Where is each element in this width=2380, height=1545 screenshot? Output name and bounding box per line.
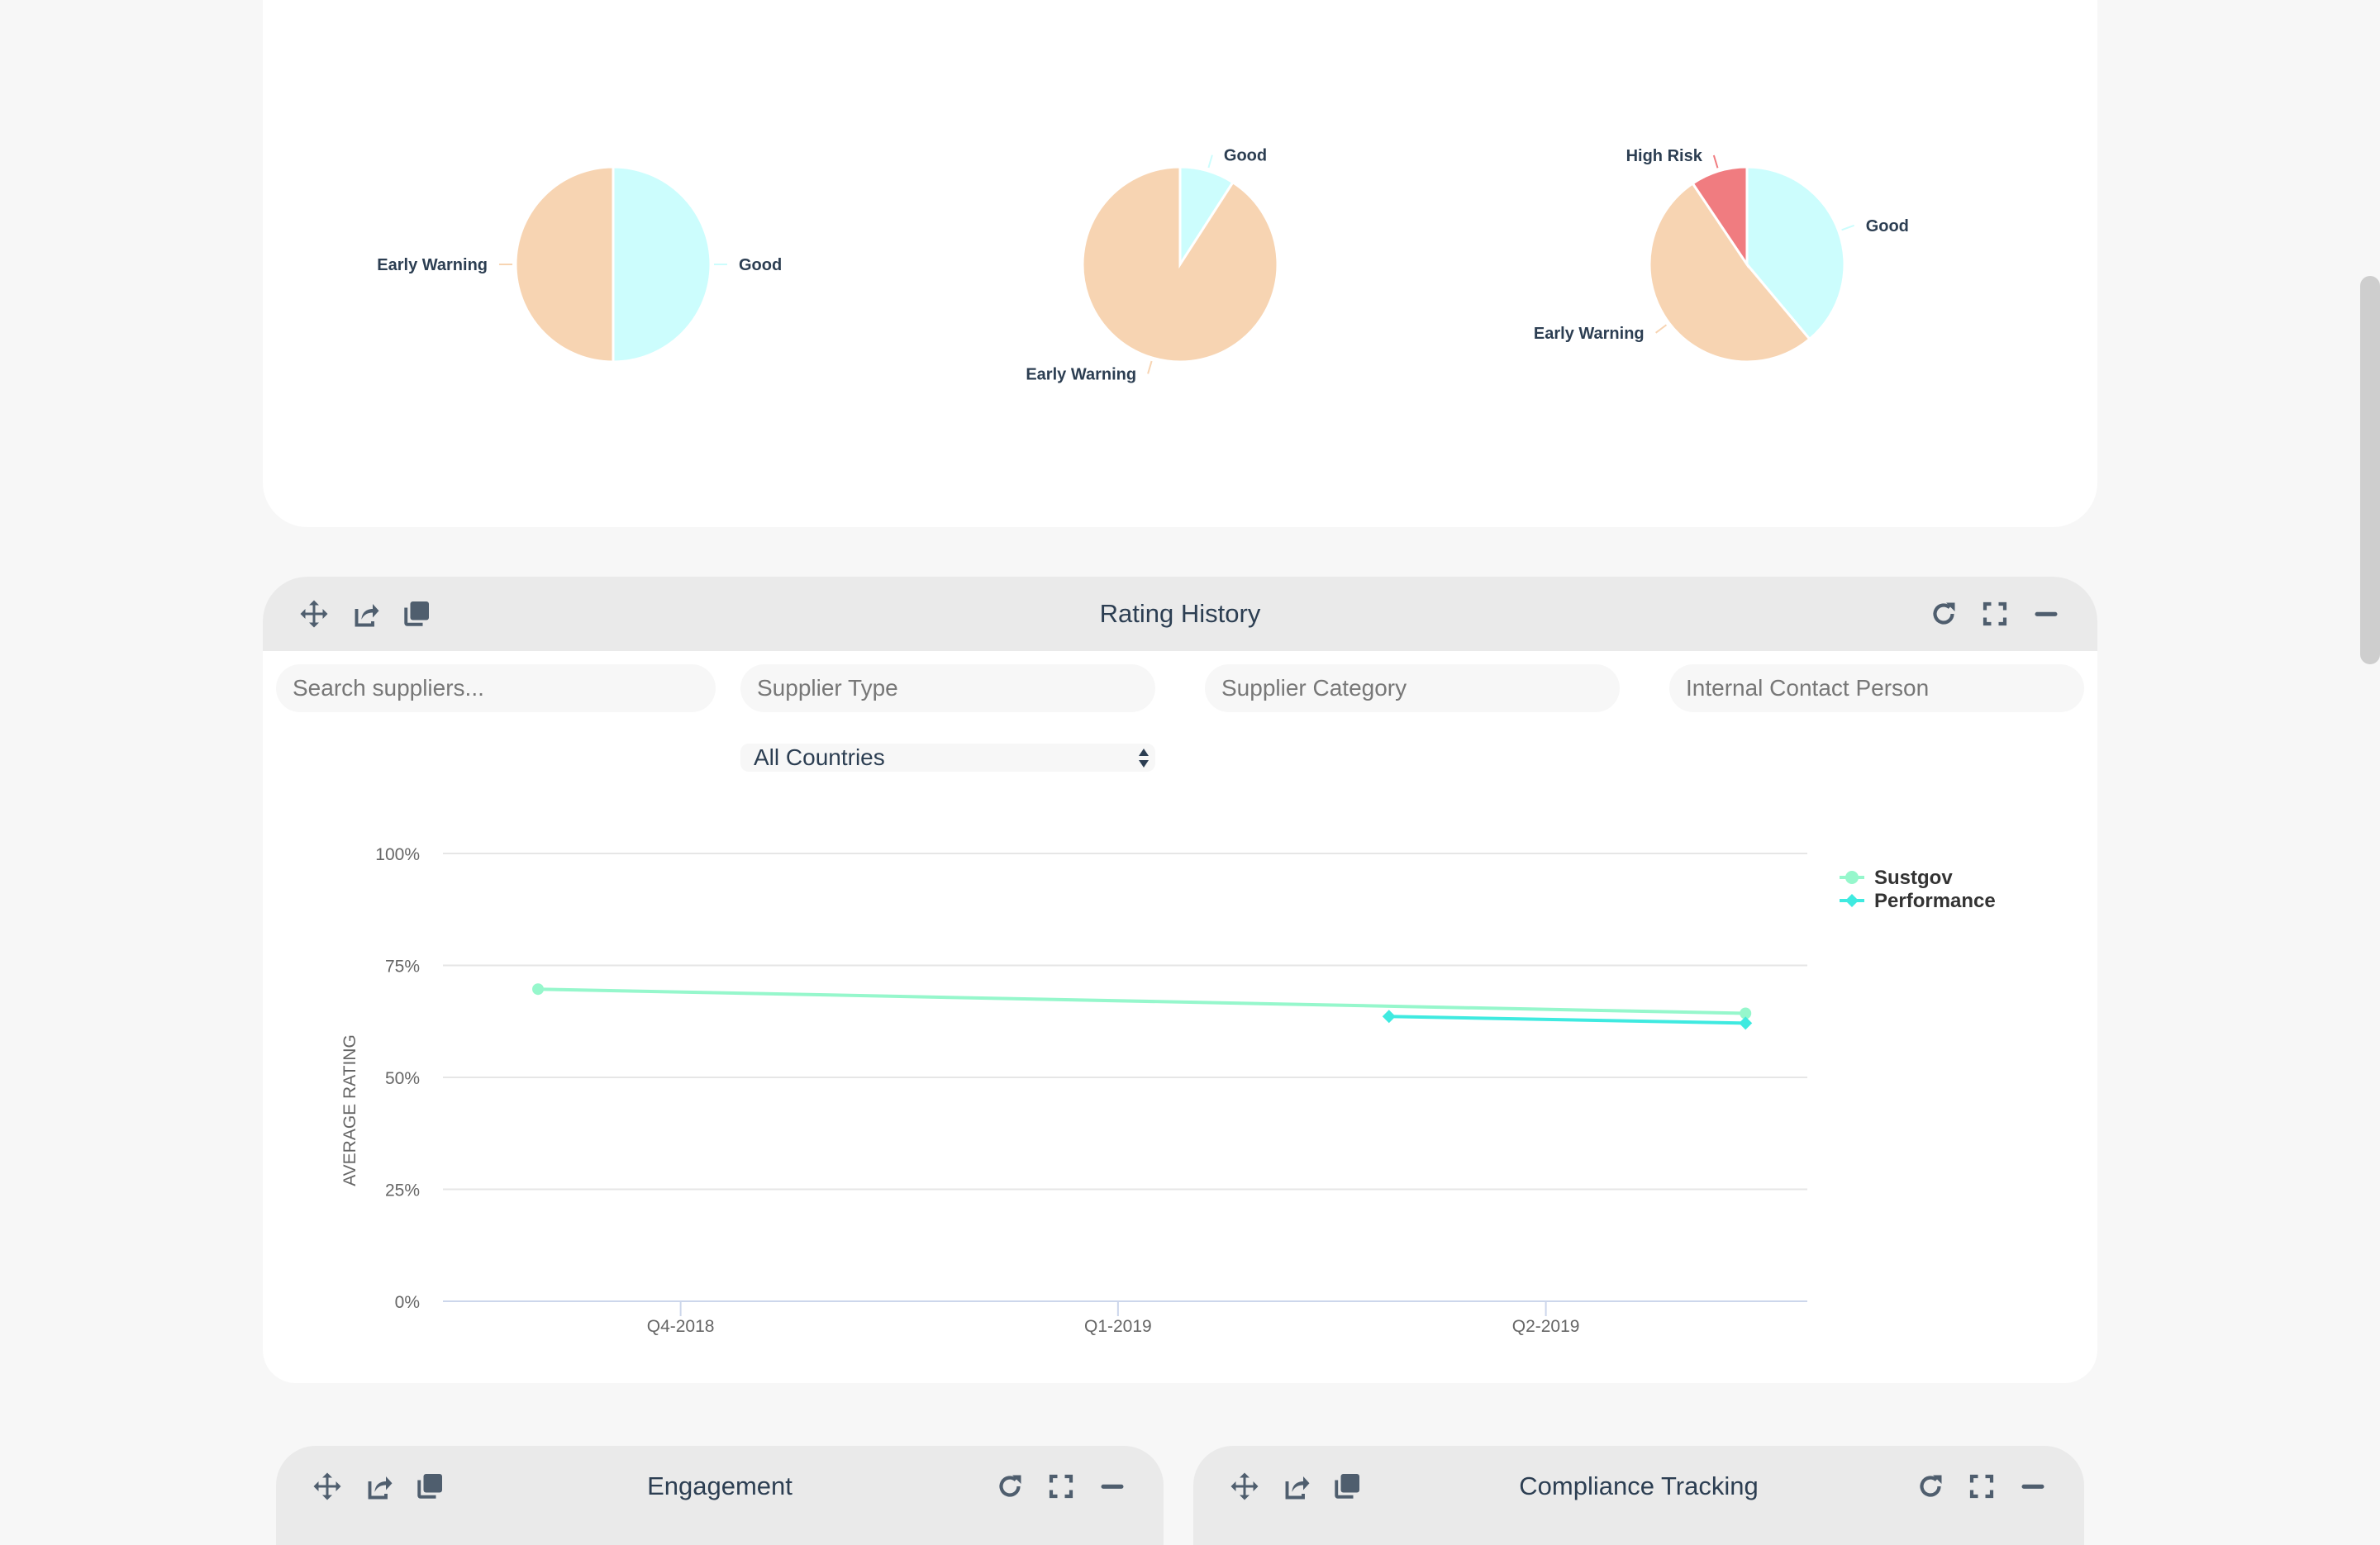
y-tick-label: 75% [385,958,420,977]
pie-label: Good [1224,147,1267,165]
pie-label: Early Warning [1534,325,1645,343]
legend-marker-circle-icon [1845,871,1859,884]
fullscreen-icon[interactable] [1967,1471,1997,1501]
legend-marker-diamond-icon [1845,894,1859,907]
page-scrollbar[interactable] [2359,0,2380,1487]
data-point-performance [1382,1010,1396,1024]
series-line-sustgov [538,987,1746,1015]
legend-label: Performance [1874,890,1996,912]
scrollbar-thumb[interactable] [2360,276,2380,664]
legend-item-performance[interactable]: Performance [1840,890,1996,912]
refresh-icon[interactable] [995,1471,1025,1501]
pie-connector [1712,154,1719,169]
pie-connector [1207,154,1213,169]
supplier-status-panel: Good Early Warning Good Early Warning Good Ea… [263,0,2097,527]
y-axis-title: AVERAGE RATING [340,1034,359,1186]
engagement-panel: Engagement [276,1446,1164,1545]
pie-connector [1841,224,1855,231]
status-pie-1: Good Early Warning [377,165,782,364]
status-pie-3: Good Early Warning High Risk [1534,147,1909,364]
data-point-sustgov [532,983,545,996]
y-tick-label: 100% [375,845,420,864]
minimize-icon[interactable] [1097,1471,1127,1501]
pie-connector [1147,360,1153,374]
x-tick-label: Q2-2019 [1512,1317,1580,1336]
pie-label: High Risk [1626,147,1703,165]
y-tick-label: 50% [385,1069,420,1088]
x-tick-label: Q4-2018 [647,1317,715,1336]
share-icon[interactable] [364,1471,393,1501]
share-icon[interactable] [1281,1471,1311,1501]
y-tick-label: 25% [385,1181,420,1200]
pie-label: Good [739,256,782,274]
pie-label: Early Warning [1026,365,1136,383]
status-pie-2: Good Early Warning [1026,147,1279,383]
pie-slice-good [612,165,712,364]
fullscreen-icon[interactable] [1046,1471,1076,1501]
legend-label: Sustgov [1874,867,1953,889]
rating-history-panel: Rating History All [263,577,2097,1383]
minimize-icon[interactable] [2018,1471,2048,1501]
x-tick-label: Q1-2019 [1084,1317,1152,1336]
legend-item-sustgov[interactable]: Sustgov [1840,867,1953,889]
pie-slice-early-warning [1081,165,1279,364]
rating-history-chart: 0% 25% 50% 75% 100% AVERAGE RATING Q4-2018 Q1-2… [340,845,1996,1336]
move-icon[interactable] [1230,1471,1259,1501]
pie-label: Good [1866,217,1909,235]
series-line-performance [1388,1015,1746,1025]
status-pie-charts: Good Early Warning Good Early Warning Good Ea… [377,147,1909,384]
copy-icon[interactable] [1332,1471,1362,1501]
pie-connector [1655,324,1668,334]
y-tick-label: 0% [395,1293,420,1312]
data-point-performance [1739,1016,1753,1030]
pie-slice-early-warning [514,165,615,364]
compliance-tracking-panel: Compliance Tracking [1193,1446,2084,1545]
refresh-icon[interactable] [1916,1471,1945,1501]
pie-label: Early Warning [377,256,488,274]
move-icon[interactable] [312,1471,342,1501]
copy-icon[interactable] [415,1471,445,1501]
